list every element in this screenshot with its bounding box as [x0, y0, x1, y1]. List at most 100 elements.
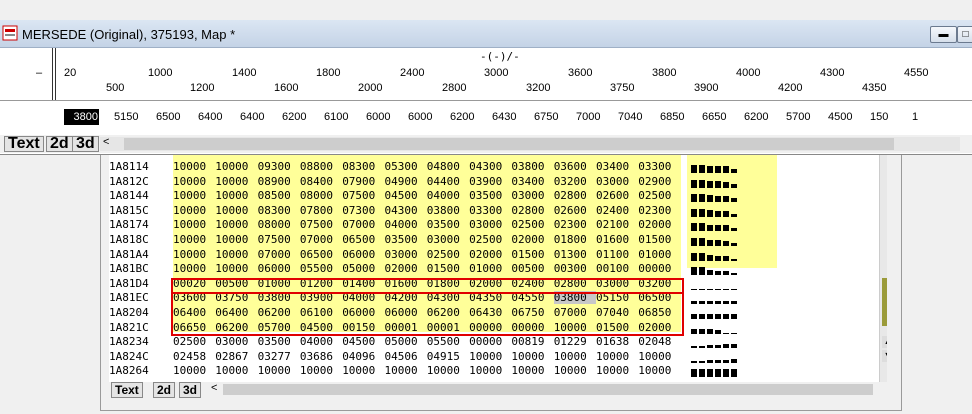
hex-cell[interactable]: 03300 [469, 204, 511, 217]
hex-cell[interactable]: 01300 [554, 248, 596, 261]
hex-cell[interactable]: 09300 [258, 160, 300, 173]
data-cell[interactable]: 6400 [240, 111, 264, 123]
tab-2d[interactable]: 2d [46, 136, 73, 152]
hex-cell[interactable]: 02500 [511, 218, 553, 231]
hex-cell[interactable]: 01000 [469, 262, 511, 275]
title-bar[interactable]: MERSEDE (Original), 375193, Map * ▬ □ [0, 20, 972, 48]
hex-cell[interactable]: 10000 [215, 248, 257, 261]
hex-cell[interactable]: 08000 [258, 218, 300, 231]
hex-cell[interactable]: 03400 [511, 175, 553, 188]
tab-text[interactable]: Text [4, 136, 44, 152]
minimize-button[interactable]: ▬ [930, 26, 957, 43]
hex-cell[interactable]: 10000 [173, 233, 215, 246]
hex-cell[interactable]: 10000 [173, 175, 215, 188]
data-cell[interactable]: 6650 [702, 111, 726, 123]
hex-cell[interactable]: 02867 [215, 350, 257, 363]
maximize-button[interactable]: □ [957, 26, 972, 43]
horizontal-scrollbar[interactable] [223, 384, 873, 395]
hex-cell[interactable]: 02458 [173, 350, 215, 363]
hex-cell[interactable]: 02048 [638, 335, 680, 348]
data-row[interactable]: 3800 5150 6500 6400 6400 6200 6100 6000 6000 620… [0, 100, 972, 135]
hex-cell[interactable]: 08300 [342, 160, 384, 173]
hex-cell[interactable]: 01800 [554, 233, 596, 246]
hex-cell[interactable]: 03800 [427, 204, 469, 217]
hex-cell[interactable]: 08900 [258, 175, 300, 188]
hex-cell[interactable]: 01500 [427, 262, 469, 275]
hex-cell[interactable]: 07300 [342, 204, 384, 217]
hex-cell[interactable]: 10000 [554, 364, 596, 377]
hex-cell[interactable]: 05000 [385, 335, 427, 348]
scrollbar-thumb[interactable] [882, 278, 887, 326]
hex-cell[interactable]: 00500 [511, 262, 553, 275]
hex-cell[interactable]: 04000 [300, 335, 342, 348]
hex-cell[interactable]: 01600 [596, 233, 638, 246]
hex-cell[interactable]: 07000 [258, 248, 300, 261]
tab-3d[interactable]: 3d [72, 136, 99, 152]
hex-cell[interactable]: 04000 [385, 218, 427, 231]
hex-cell[interactable]: 03500 [427, 218, 469, 231]
data-cell[interactable]: 7000 [576, 111, 600, 123]
hex-cell[interactable]: 10000 [173, 160, 215, 173]
hex-cell[interactable]: 01500 [638, 233, 680, 246]
hex-cell[interactable]: 03600 [554, 160, 596, 173]
hex-cell[interactable]: 06500 [342, 233, 384, 246]
hex-cell[interactable]: 02500 [427, 248, 469, 261]
hex-cell[interactable]: 05500 [427, 335, 469, 348]
hex-cell[interactable]: 06000 [342, 248, 384, 261]
hex-cell[interactable]: 02500 [469, 233, 511, 246]
hex-cell[interactable]: 07000 [342, 218, 384, 231]
hex-cell[interactable]: 03200 [554, 175, 596, 188]
hex-cell[interactable]: 01000 [638, 248, 680, 261]
hex-cell[interactable]: 03000 [427, 233, 469, 246]
hex-cell[interactable]: 10000 [385, 364, 427, 377]
hex-cell[interactable]: 07500 [342, 189, 384, 202]
scroll-up-icon[interactable]: ▲ [882, 336, 887, 348]
hex-cell[interactable]: 02000 [385, 262, 427, 275]
hex-cell[interactable]: 07900 [342, 175, 384, 188]
hex-cell[interactable]: 02500 [638, 189, 680, 202]
hex-cell[interactable]: 02000 [638, 218, 680, 231]
data-cell[interactable]: 6200 [744, 111, 768, 123]
hex-cell[interactable]: 00100 [596, 262, 638, 275]
data-cell[interactable]: 5150 [114, 111, 138, 123]
tab-2d-bg[interactable]: 2d [153, 382, 176, 398]
hex-cell[interactable]: 04300 [385, 204, 427, 217]
hex-cell[interactable]: 04900 [385, 175, 427, 188]
hex-cell[interactable]: 10000 [173, 218, 215, 231]
hex-cell[interactable]: 04500 [385, 189, 427, 202]
hex-cell[interactable]: 02400 [596, 204, 638, 217]
data-cell[interactable]: 6430 [492, 111, 516, 123]
hex-cell[interactable]: 10000 [173, 204, 215, 217]
hex-cell[interactable]: 04400 [427, 175, 469, 188]
hex-cell[interactable]: 04096 [342, 350, 384, 363]
hex-cell[interactable]: 10000 [511, 350, 553, 363]
hex-cell[interactable]: 03500 [469, 189, 511, 202]
hex-cell[interactable]: 10000 [258, 364, 300, 377]
hex-cell[interactable]: 01229 [554, 335, 596, 348]
data-cell[interactable]: 5700 [786, 111, 810, 123]
data-cell[interactable]: 150 [870, 111, 888, 123]
scroll-down-icon[interactable]: ▼ [882, 350, 887, 362]
hex-cell[interactable]: 10000 [173, 189, 215, 202]
hex-cell[interactable]: 10000 [173, 262, 215, 275]
hex-cell[interactable]: 03500 [385, 233, 427, 246]
scroll-left-icon[interactable]: < [211, 382, 217, 394]
hex-cell[interactable]: 01500 [511, 248, 553, 261]
hex-cell[interactable]: 02500 [173, 335, 215, 348]
hex-cell[interactable]: 00819 [511, 335, 553, 348]
hex-cell[interactable]: 03300 [638, 160, 680, 173]
data-cell[interactable]: 7040 [618, 111, 642, 123]
hex-cell[interactable]: 01100 [596, 248, 638, 261]
hex-cell[interactable]: 03000 [215, 335, 257, 348]
hex-cell[interactable]: 10000 [173, 248, 215, 261]
hex-cell[interactable]: 03000 [385, 248, 427, 261]
hex-view[interactable]: 1A8114 10000 10000 09300 08800 08300 05300 0480… [109, 150, 887, 382]
hex-cell[interactable]: 04800 [427, 160, 469, 173]
hex-cell[interactable]: 05000 [342, 262, 384, 275]
hex-cell[interactable]: 02600 [596, 189, 638, 202]
data-cell[interactable]: 6500 [156, 111, 180, 123]
hex-cell[interactable]: 10000 [638, 350, 680, 363]
data-cell[interactable]: 4500 [828, 111, 852, 123]
hex-cell[interactable]: 04915 [427, 350, 469, 363]
data-cell[interactable]: 6100 [324, 111, 348, 123]
